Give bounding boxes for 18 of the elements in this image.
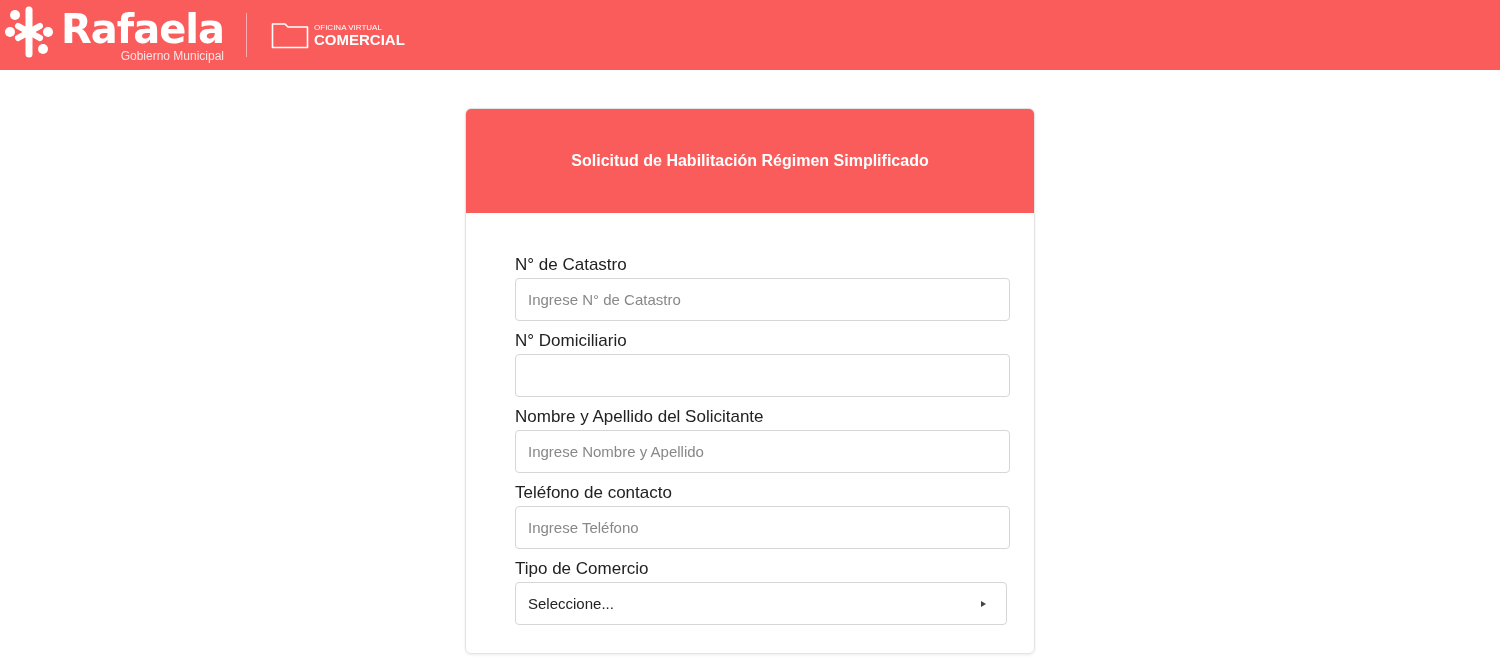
brand-name: Rafaela (61, 9, 225, 49)
field-label: Teléfono de contacto (515, 482, 673, 504)
input-field[interactable]: Ingrese Teléfono (515, 506, 1010, 549)
select-field[interactable]: Seleccione... (515, 582, 1007, 625)
brand-subtitle: Gobierno Municipal (120, 50, 225, 63)
office-name: COMERCIAL (314, 31, 405, 48)
field-label: Nombre y Apellido del Solicitante (515, 406, 765, 428)
form-title: Solicitud de Habilitación Régimen Simplificado (571, 152, 929, 170)
folder-icon (271, 21, 310, 49)
field-label: N° de Catastro (515, 254, 628, 276)
input-field[interactable] (515, 354, 1010, 397)
field-label: N° Domiciliario (515, 330, 628, 352)
input-field[interactable]: Ingrese Nombre y Apellido (515, 430, 1010, 473)
office-label: OFICINA VIRTUAL (314, 22, 383, 32)
input-field[interactable]: Ingrese N° de Catastro (515, 278, 1010, 321)
field-label: Tipo de Comercio (515, 558, 650, 580)
caret-icon (981, 600, 986, 607)
logo-icon (3, 6, 55, 58)
